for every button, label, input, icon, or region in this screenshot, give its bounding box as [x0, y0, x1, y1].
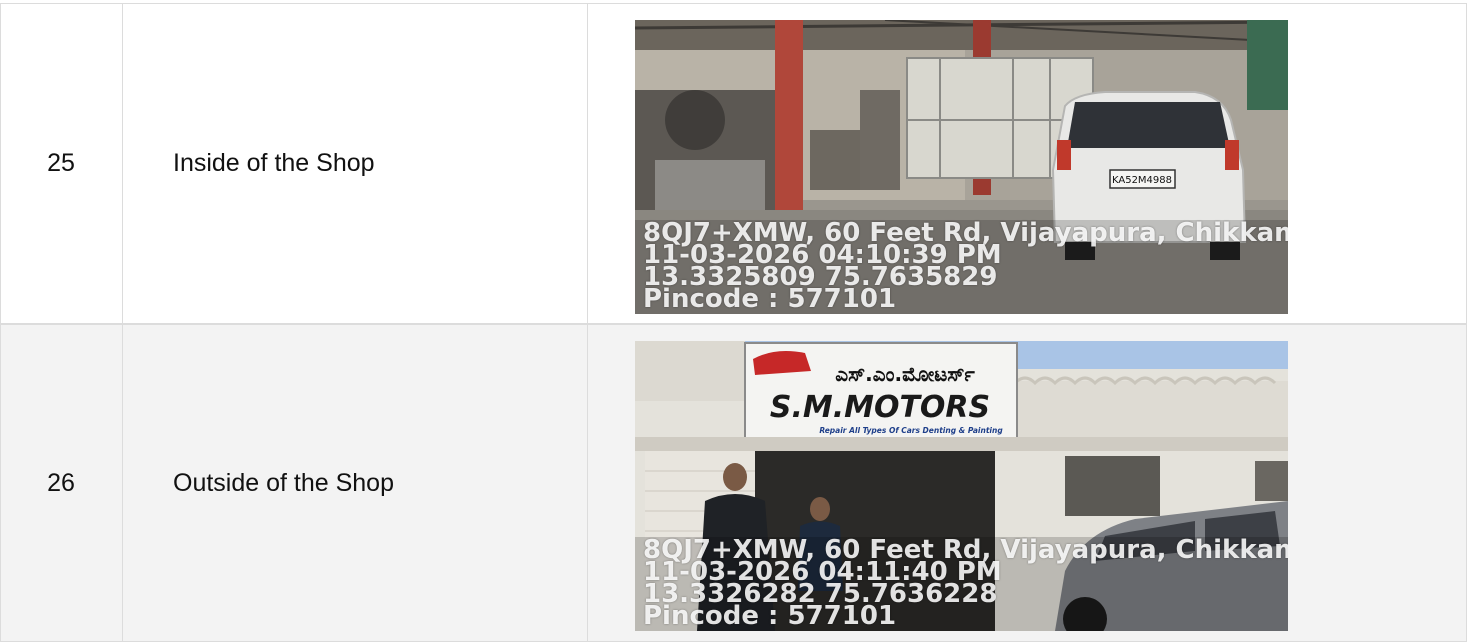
photo-geotag-overlay: 8QJ7+XMW, 60 Feet Rd, Vijayapura, Chikka… — [643, 537, 1288, 629]
table-row: 26 Outside of the Shop ಎಸ್.ಎಂ.ಮೋಟರ್ಸ್ S.… — [0, 324, 1467, 642]
shop-inside-photo[interactable]: KA52M4988 8QJ7+XMW, 60 Feet Rd, Vijayapu… — [635, 20, 1288, 314]
cell-divider — [587, 325, 588, 641]
shop-outside-photo[interactable]: ಎಸ್.ಎಂ.ಮೋಟರ್ಸ್ S.M.MOTORS Repair All Typ… — [635, 341, 1288, 631]
row-number: 26 — [47, 468, 75, 497]
sign-tagline-text: Repair All Types Of Cars Denting & Paint… — [819, 426, 1003, 435]
table-row: 25 Inside of the Shop KA52M4988 8QJ7+XMW… — [0, 3, 1467, 324]
row-number: 25 — [47, 149, 75, 177]
cell-divider — [122, 4, 123, 323]
photo-geotag-overlay: 8QJ7+XMW, 60 Feet Rd, Vijayapura, Chikka… — [643, 220, 1288, 312]
sign-kannada-text: ಎಸ್.ಎಂ.ಮೋಟರ್ಸ್ — [835, 362, 975, 386]
license-plate: KA52M4988 — [1112, 175, 1172, 186]
row-label: Outside of the Shop — [173, 468, 394, 497]
sign-brand-text: S.M.MOTORS — [770, 390, 990, 425]
cell-divider — [587, 4, 588, 323]
row-label: Inside of the Shop — [173, 149, 375, 177]
cell-divider — [122, 325, 123, 641]
